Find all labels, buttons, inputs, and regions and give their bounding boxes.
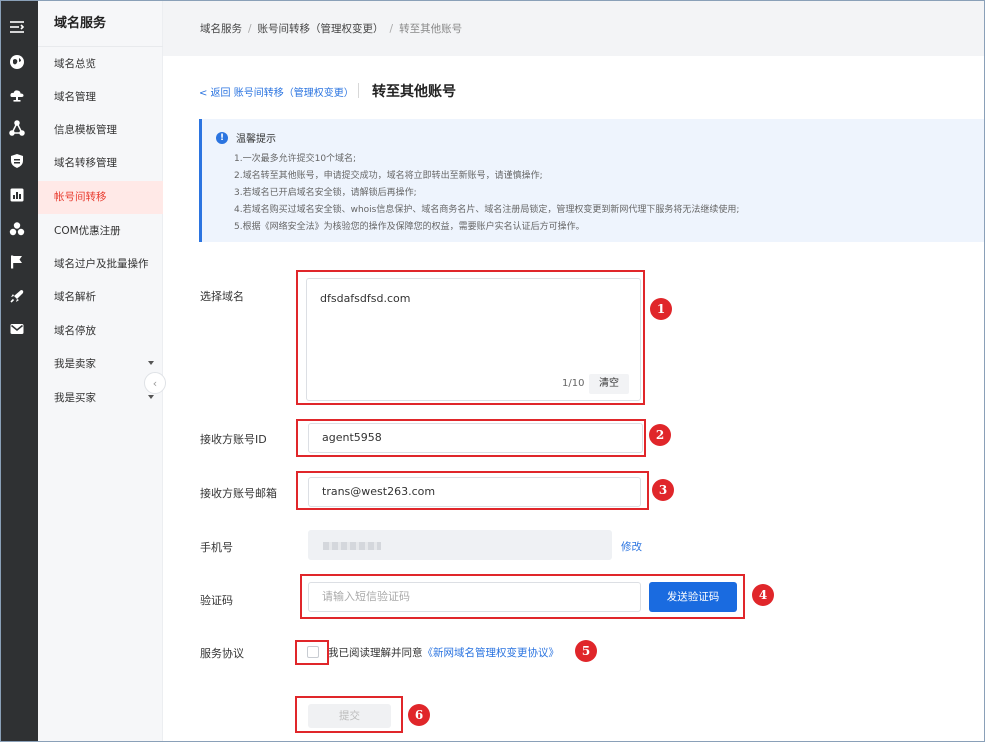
sidebar-item-seller[interactable]: 我是卖家	[38, 348, 163, 381]
sidebar-item-dns[interactable]: 域名解析	[38, 281, 163, 314]
submit-button[interactable]: 提交	[308, 704, 391, 728]
topbar: 域名服务 / 账号间转移（管理权变更） / 转至其他账号	[163, 1, 984, 56]
breadcrumb-item[interactable]: 域名服务	[200, 23, 242, 35]
sidebar-item-label: 我是买家	[54, 392, 96, 404]
breadcrumb-current: 转至其他账号	[399, 23, 463, 35]
marker-2: 2	[649, 424, 671, 446]
page-title: 转至其他账号	[372, 84, 456, 100]
domain-count: 1/10	[562, 378, 585, 389]
account-email-input[interactable]: trans@west263.com	[308, 477, 641, 507]
globe-icon[interactable]	[8, 53, 26, 71]
account-id-input[interactable]: agent5958	[308, 423, 643, 453]
marker-4: 4	[752, 584, 774, 606]
masked-phone	[323, 542, 381, 550]
sidebar-item-parking[interactable]: 域名停放	[38, 315, 163, 348]
sidebar-item-transfer-management[interactable]: 域名转移管理	[38, 147, 163, 180]
sidebar-item-batch-operations[interactable]: 域名过户及批量操作	[38, 248, 163, 281]
sidebar-title: 域名服务	[38, 1, 163, 47]
sidebar-collapse-button[interactable]: ‹	[144, 372, 166, 394]
breadcrumb-separator: /	[248, 23, 252, 35]
tips-line: 1.一次最多允许提交10个域名;	[234, 154, 357, 164]
sidebar-item-com-discount[interactable]: COM优惠注册	[38, 215, 163, 248]
agreement-link[interactable]: 《新网域名管理权变更协议》	[423, 647, 560, 659]
domain-textarea-value: dfsdafsdfsd.com	[320, 292, 411, 305]
domain-label: 选择域名	[200, 290, 244, 303]
sidebar-item-label: 我是卖家	[54, 358, 96, 370]
caret-down-icon	[148, 361, 154, 365]
clear-button[interactable]: 清空	[589, 374, 629, 394]
tips-line: 2.域名转至其他账号，申请提交成功，域名将立即转出至新账号，请谨慎操作;	[234, 171, 543, 181]
breadcrumb-separator: /	[389, 23, 394, 35]
info-icon: !	[216, 132, 228, 144]
phone-label: 手机号	[200, 541, 233, 554]
marker-6: 6	[408, 704, 430, 726]
network-icon[interactable]	[8, 119, 26, 137]
flag-icon[interactable]	[8, 253, 26, 271]
verify-code-input[interactable]: 请输入短信验证码	[308, 582, 641, 612]
phone-input	[308, 530, 612, 560]
agreement-label: 服务协议	[200, 647, 244, 660]
cloud-icon[interactable]	[8, 86, 26, 104]
sidebar: 域名服务 域名总览 域名管理 信息模板管理 域名转移管理 帐号间转移 COM优惠…	[38, 1, 163, 741]
sidebar-item-domain-management[interactable]: 域名管理	[38, 81, 163, 114]
chart-icon[interactable]	[8, 186, 26, 204]
agreement-checkbox[interactable]	[307, 646, 319, 658]
marker-1: 1	[650, 298, 672, 320]
sidebar-item-domain-overview[interactable]: 域名总览	[38, 48, 163, 81]
icon-rail	[1, 1, 38, 741]
account-id-label: 接收方账号ID	[200, 433, 267, 446]
tips-title: 温馨提示	[236, 134, 276, 145]
caret-down-icon	[148, 395, 154, 399]
account-email-label: 接收方账号邮箱	[200, 487, 277, 500]
cluster-icon[interactable]	[8, 220, 26, 238]
sidebar-item-template-management[interactable]: 信息模板管理	[38, 114, 163, 147]
marker-3: 3	[652, 479, 674, 501]
breadcrumb-item[interactable]: 账号间转移（管理权变更）	[258, 23, 384, 35]
mail-icon[interactable]	[8, 320, 26, 338]
rocket-icon[interactable]	[8, 287, 26, 305]
tips-line: 3.若域名已开启域名安全锁，请解锁后再操作;	[234, 188, 417, 198]
agreement-text-label: 我已阅读理解并同意	[328, 647, 423, 659]
agreement-text: 我已阅读理解并同意《新网域名管理权变更协议》	[328, 645, 559, 660]
title-divider	[358, 83, 359, 98]
tips-line: 4.若域名购买过域名安全锁、whois信息保护、域名商务名片、域名注册局锁定，管…	[234, 205, 740, 215]
back-link[interactable]: < 返回 账号间转移（管理权变更）	[199, 84, 354, 99]
send-code-button[interactable]: 发送验证码	[649, 582, 737, 612]
verify-code-label: 验证码	[200, 594, 233, 607]
sidebar-item-account-transfer[interactable]: 帐号间转移	[38, 181, 163, 214]
shield-icon[interactable]	[8, 152, 26, 170]
menu-toggle-icon[interactable]	[8, 18, 26, 36]
app-frame: 域名服务 域名总览 域名管理 信息模板管理 域名转移管理 帐号间转移 COM优惠…	[0, 0, 985, 742]
edit-phone-link[interactable]: 修改	[621, 539, 642, 554]
breadcrumb: 域名服务 / 账号间转移（管理权变更） / 转至其他账号	[200, 21, 462, 36]
tips-line: 5.根据《网络安全法》为核验您的操作及保障您的权益，需要账户实名认证后方可操作。	[234, 222, 585, 232]
marker-5: 5	[575, 640, 597, 662]
tips-panel: ! 温馨提示 1.一次最多允许提交10个域名; 2.域名转至其他账号，申请提交成…	[199, 119, 984, 242]
domain-textarea[interactable]: dfsdafsdfsd.com 1/10 清空	[306, 278, 641, 401]
